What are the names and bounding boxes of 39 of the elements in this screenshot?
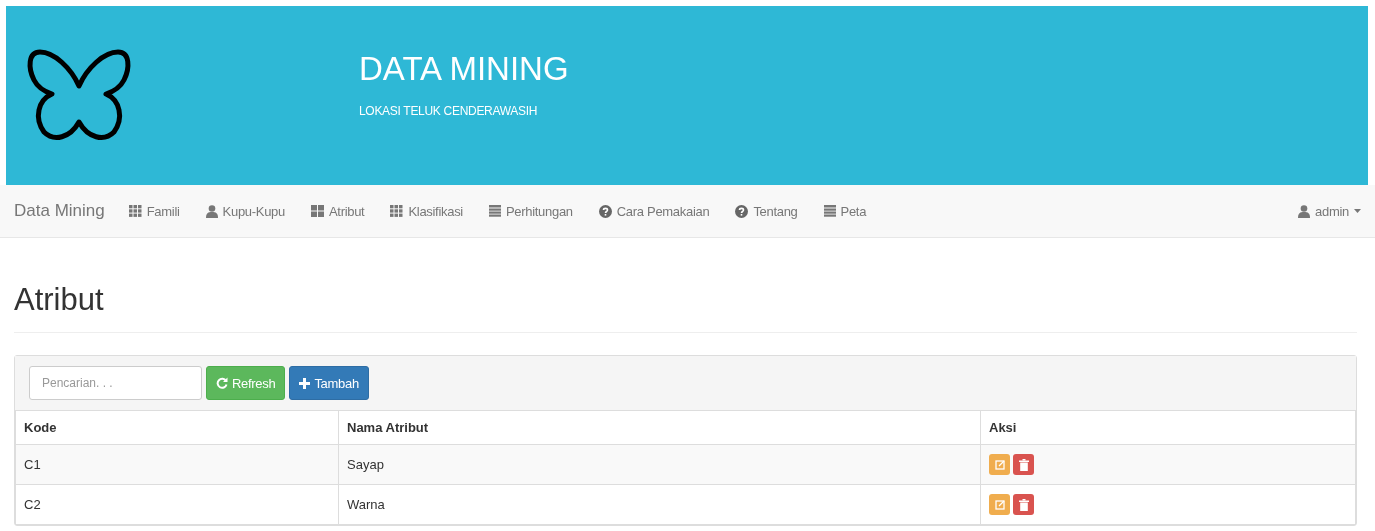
column-header: Aksi	[980, 411, 1356, 445]
help-icon	[735, 204, 749, 218]
refresh-icon	[216, 377, 228, 389]
delete-button[interactable]	[1013, 454, 1034, 475]
plus-icon	[299, 377, 311, 389]
nav-link[interactable]: Atribut	[310, 203, 365, 219]
nav-link[interactable]: Cara Pemakaian	[598, 203, 710, 219]
delete-button[interactable]	[1013, 494, 1034, 515]
user-menu[interactable]: admin	[1298, 203, 1361, 219]
nav-link[interactable]: Kupu-Kupu	[205, 203, 285, 219]
help-icon	[598, 204, 612, 218]
grid-icon	[310, 205, 324, 217]
nav-link[interactable]: Perhitungan	[488, 203, 573, 219]
user-icon	[205, 204, 218, 218]
edit-icon	[994, 459, 1005, 470]
nav-link[interactable]: Klasifikasi	[390, 203, 463, 219]
refresh-button[interactable]: Refresh	[206, 366, 286, 400]
column-header: Nama Atribut	[338, 411, 981, 445]
column-header: Kode	[15, 411, 339, 445]
add-button[interactable]: Tambah	[289, 366, 369, 400]
nav-link[interactable]: Peta	[823, 203, 867, 219]
grid-icon	[390, 205, 404, 217]
table-cell: Sayap	[338, 444, 981, 485]
grid-icon	[128, 205, 142, 217]
site-subtitle: LOKASI TELUK CENDERAWASIH	[359, 104, 539, 118]
nav-link[interactable]: Famili	[128, 203, 180, 219]
table-cell: C2	[15, 484, 339, 525]
table-cell: C1	[15, 444, 339, 485]
edit-icon	[994, 499, 1005, 510]
user-icon	[1298, 204, 1311, 218]
caret-icon	[1354, 209, 1361, 213]
trash-icon	[1018, 498, 1029, 511]
page-title: Atribut	[14, 282, 1357, 333]
site-title: DATA MINING	[359, 50, 569, 88]
navbar-brand[interactable]: Data Mining	[14, 201, 105, 221]
table-cell: Warna	[338, 484, 981, 525]
nav-link[interactable]: Tentang	[735, 203, 798, 219]
search-field[interactable]: Pencarian. . .	[29, 366, 202, 400]
trash-icon	[1018, 458, 1029, 471]
